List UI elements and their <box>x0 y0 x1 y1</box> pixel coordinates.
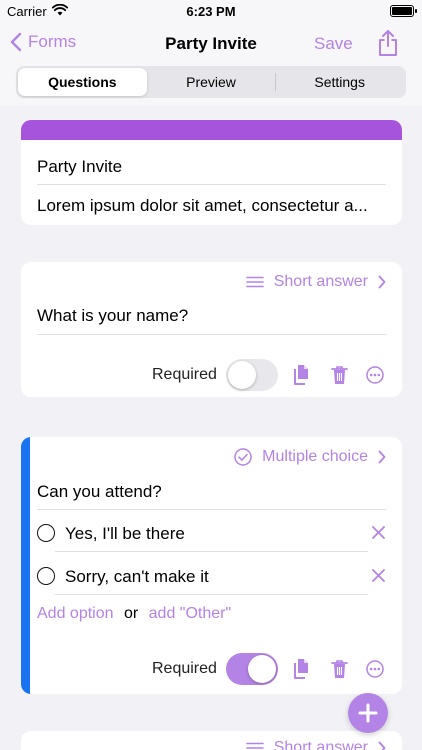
question-card-selected: Multiple choice Can you attend? Yes, I'l… <box>21 437 402 694</box>
add-option-link[interactable]: Add option <box>37 605 114 622</box>
divider <box>37 184 386 185</box>
question-type-label: Multiple choice <box>262 448 368 465</box>
question-type-selector[interactable]: Short answer <box>245 273 386 291</box>
question-type-selector[interactable]: Short answer <box>245 739 386 750</box>
divider <box>55 551 368 552</box>
add-option-row: Add option or add "Other" <box>37 605 231 623</box>
delete-button[interactable] <box>331 365 348 385</box>
segmented-control: Questions Preview Settings <box>16 66 406 98</box>
tab-settings[interactable]: Settings <box>275 68 404 96</box>
header-color-bar <box>21 120 402 140</box>
option-text-field[interactable]: Yes, I'll be there <box>65 524 185 544</box>
option-text-field[interactable]: Sorry, can't make it <box>65 567 209 587</box>
divider <box>55 594 368 595</box>
remove-option-button[interactable] <box>372 526 385 544</box>
chevron-right-icon <box>378 741 386 750</box>
divider <box>37 334 386 335</box>
question-card: Short answer <box>21 731 402 750</box>
battery-icon <box>390 5 417 17</box>
short-answer-icon <box>245 276 264 288</box>
status-bar: Carrier 6:23 PM <box>0 0 422 24</box>
duplicate-icon <box>294 365 308 385</box>
more-button[interactable] <box>366 660 384 678</box>
form-description-field[interactable]: Lorem ipsum dolor sit amet, consectetur … <box>37 196 368 216</box>
divider <box>37 509 386 510</box>
question-text-field[interactable]: What is your name? <box>37 306 188 326</box>
chevron-right-icon <box>378 275 386 289</box>
duplicate-button[interactable] <box>292 364 312 386</box>
share-button[interactable] <box>377 29 399 62</box>
add-other-link[interactable]: add "Other" <box>149 605 232 622</box>
status-time: 6:23 PM <box>186 4 236 19</box>
back-button-label: Forms <box>28 32 77 51</box>
back-button[interactable]: Forms <box>10 32 76 52</box>
tab-preview[interactable]: Preview <box>147 68 276 96</box>
question-type-label: Short answer <box>273 739 368 750</box>
question-type-label: Short answer <box>273 273 368 290</box>
close-icon <box>372 569 385 582</box>
form-header-card: Party Invite Lorem ipsum dolor sit amet,… <box>21 120 402 225</box>
remove-option-button[interactable] <box>372 569 385 587</box>
tab-questions[interactable]: Questions <box>18 68 147 96</box>
duplicate-icon <box>294 659 308 679</box>
short-answer-icon <box>245 742 264 750</box>
radio-icon <box>37 524 55 542</box>
chevron-left-icon <box>10 32 22 52</box>
more-button[interactable] <box>366 366 384 384</box>
selected-indicator <box>21 437 30 694</box>
plus-icon <box>358 703 378 723</box>
question-type-selector[interactable]: Multiple choice <box>234 448 386 466</box>
navigation-bar: Forms Party Invite Save <box>0 24 422 64</box>
segment-divider <box>275 73 276 91</box>
add-question-button[interactable] <box>348 693 388 733</box>
required-toggle[interactable] <box>226 359 278 391</box>
duplicate-button[interactable] <box>292 658 312 680</box>
question-card: Short answer What is your name? Required <box>21 262 402 397</box>
multiple-choice-icon <box>234 448 252 466</box>
or-label: or <box>123 605 139 622</box>
share-icon <box>379 30 397 56</box>
required-toggle[interactable] <box>226 653 278 685</box>
radio-icon <box>37 567 55 585</box>
close-icon <box>372 526 385 539</box>
more-icon <box>366 660 384 678</box>
more-icon <box>366 366 384 384</box>
delete-button[interactable] <box>331 659 348 679</box>
question-text-field[interactable]: Can you attend? <box>37 482 162 502</box>
trash-icon <box>331 660 348 678</box>
save-button[interactable]: Save <box>314 34 353 54</box>
form-title-field[interactable]: Party Invite <box>37 157 122 177</box>
required-label: Required <box>152 660 217 677</box>
required-label: Required <box>152 366 217 383</box>
chevron-right-icon <box>378 450 386 464</box>
trash-icon <box>331 366 348 384</box>
